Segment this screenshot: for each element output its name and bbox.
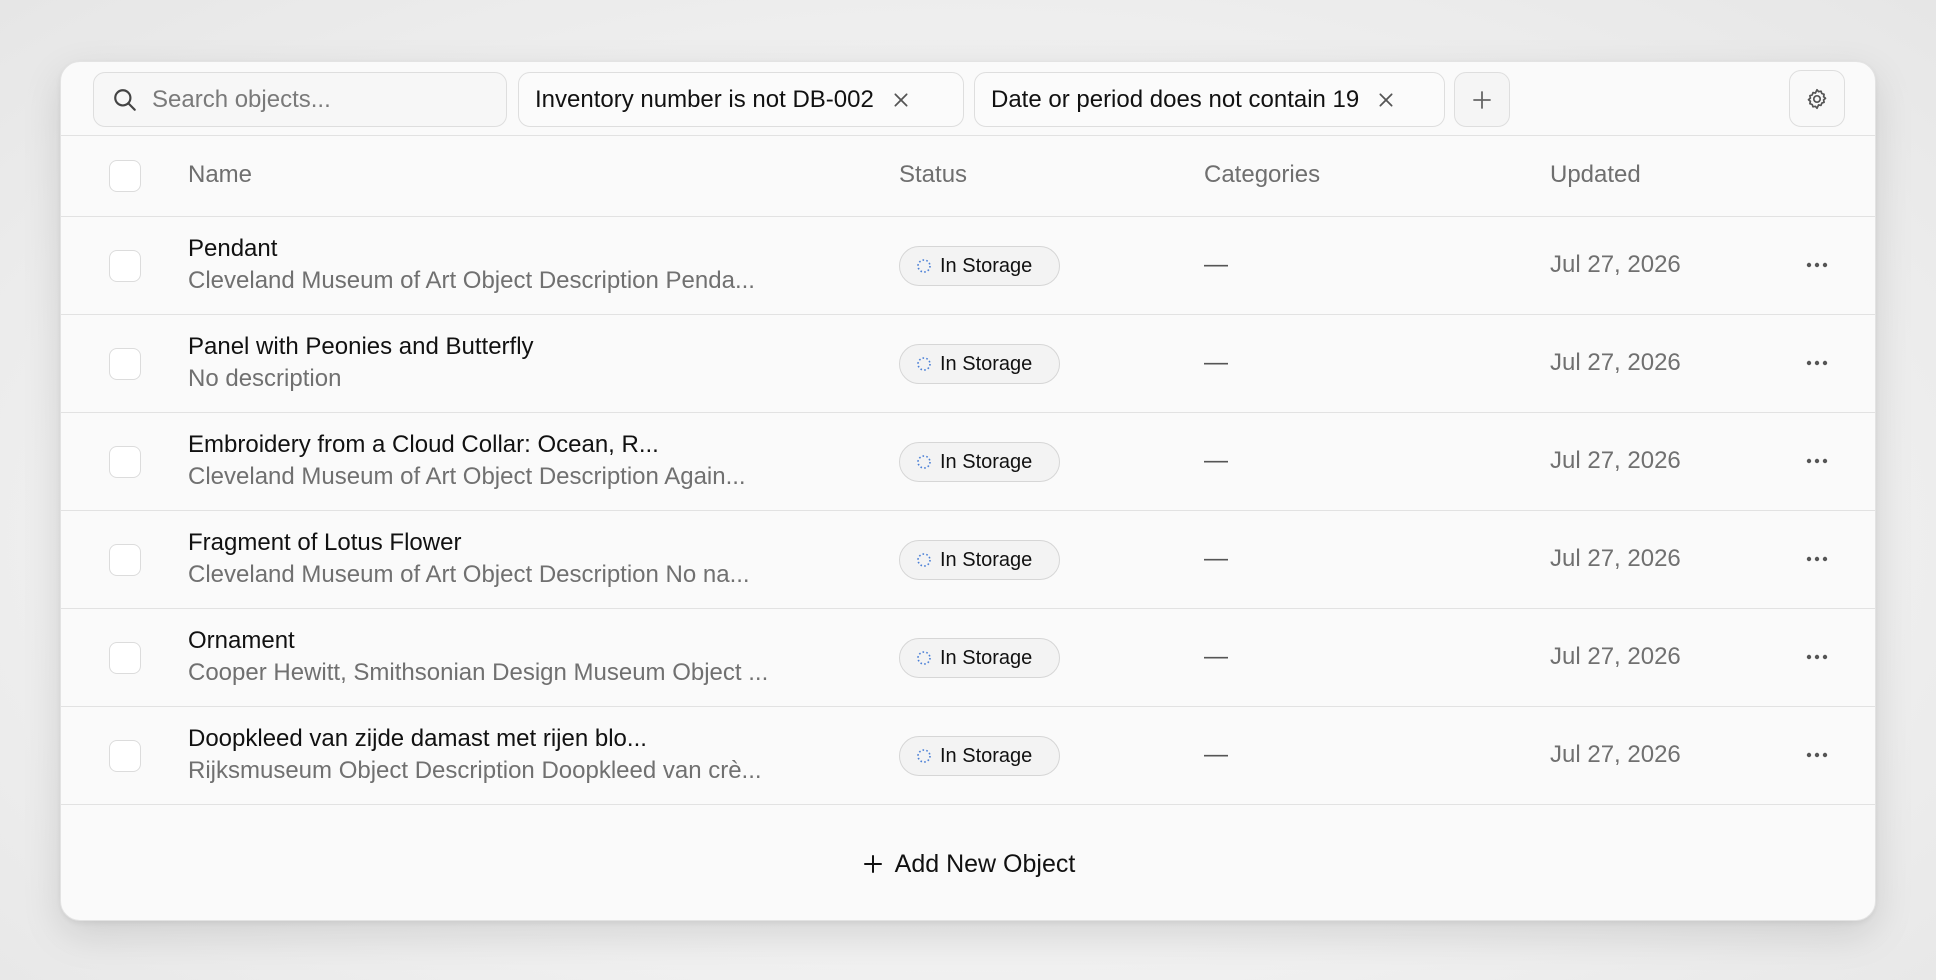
row-actions-button[interactable] bbox=[1801, 249, 1833, 281]
object-name[interactable]: Embroidery from a Cloud Collar: Ocean, R… bbox=[188, 431, 659, 459]
search-box[interactable] bbox=[93, 72, 507, 127]
categories-value: — bbox=[1204, 643, 1228, 670]
status-badge[interactable]: In Storage bbox=[899, 736, 1060, 776]
dotted-circle-icon bbox=[917, 749, 931, 763]
table-row[interactable]: Panel with Peonies and Butterfly No desc… bbox=[61, 315, 1875, 413]
status-label: In Storage bbox=[940, 352, 1033, 375]
table-row[interactable]: Doopkleed van zijde damast met rijen blo… bbox=[61, 707, 1875, 805]
filter-chip-label: Inventory number is not DB-002 bbox=[535, 85, 874, 113]
row-checkbox[interactable] bbox=[109, 544, 141, 576]
row-checkbox[interactable] bbox=[109, 642, 141, 674]
settings-button[interactable] bbox=[1789, 70, 1845, 127]
column-header-status[interactable]: Status bbox=[899, 161, 967, 189]
categories-value: — bbox=[1204, 251, 1228, 278]
status-badge[interactable]: In Storage bbox=[899, 540, 1060, 580]
updated-date: Jul 27, 2026 bbox=[1550, 447, 1681, 474]
table-row[interactable]: Pendant Cleveland Museum of Art Object D… bbox=[61, 217, 1875, 315]
more-horizontal-icon bbox=[1806, 654, 1828, 660]
table-row[interactable]: Ornament Cooper Hewitt, Smithsonian Desi… bbox=[61, 609, 1875, 707]
updated-date: Jul 27, 2026 bbox=[1550, 741, 1681, 768]
dotted-circle-icon bbox=[917, 259, 931, 273]
object-name[interactable]: Doopkleed van zijde damast met rijen blo… bbox=[188, 725, 647, 753]
object-name[interactable]: Ornament bbox=[188, 627, 295, 655]
status-badge[interactable]: In Storage bbox=[899, 638, 1060, 678]
table-row[interactable]: Fragment of Lotus Flower Cleveland Museu… bbox=[61, 511, 1875, 609]
table-footer: Add New Object bbox=[61, 806, 1875, 920]
row-actions-button[interactable] bbox=[1801, 641, 1833, 673]
dotted-circle-icon bbox=[917, 651, 931, 665]
dotted-circle-icon bbox=[917, 553, 931, 567]
status-label: In Storage bbox=[940, 646, 1033, 669]
row-actions-button[interactable] bbox=[1801, 445, 1833, 477]
close-icon[interactable] bbox=[1377, 91, 1395, 109]
column-header-updated[interactable]: Updated bbox=[1550, 161, 1641, 189]
updated-date: Jul 27, 2026 bbox=[1550, 349, 1681, 376]
row-actions-button[interactable] bbox=[1801, 543, 1833, 575]
add-new-object-label: Add New Object bbox=[894, 849, 1076, 878]
object-description: Cleveland Museum of Art Object Descripti… bbox=[188, 267, 755, 294]
add-new-object-button[interactable]: Add New Object bbox=[861, 849, 1076, 879]
updated-date: Jul 27, 2026 bbox=[1550, 545, 1681, 572]
column-header-name[interactable]: Name bbox=[188, 161, 252, 189]
object-description: Cooper Hewitt, Smithsonian Design Museum… bbox=[188, 659, 769, 686]
categories-value: — bbox=[1204, 447, 1228, 474]
row-checkbox[interactable] bbox=[109, 250, 141, 282]
object-name[interactable]: Fragment of Lotus Flower bbox=[188, 529, 461, 557]
more-horizontal-icon bbox=[1806, 262, 1828, 268]
status-label: In Storage bbox=[940, 254, 1033, 277]
add-filter-button[interactable] bbox=[1454, 72, 1510, 127]
more-horizontal-icon bbox=[1806, 752, 1828, 758]
status-badge[interactable]: In Storage bbox=[899, 344, 1060, 384]
categories-value: — bbox=[1204, 741, 1228, 768]
categories-value: — bbox=[1204, 545, 1228, 572]
filter-chip-label: Date or period does not contain 19 bbox=[991, 85, 1360, 113]
object-name[interactable]: Pendant bbox=[188, 235, 277, 263]
status-label: In Storage bbox=[940, 450, 1033, 473]
updated-date: Jul 27, 2026 bbox=[1550, 643, 1681, 670]
search-input[interactable] bbox=[152, 85, 492, 114]
row-checkbox[interactable] bbox=[109, 348, 141, 380]
row-actions-button[interactable] bbox=[1801, 739, 1833, 771]
table-toolbar: Inventory number is not DB-002 Date or p… bbox=[61, 62, 1875, 136]
filter-chip-inventory-number[interactable]: Inventory number is not DB-002 bbox=[518, 72, 964, 127]
table-header: Name Status Categories Updated bbox=[61, 136, 1875, 217]
select-all-checkbox[interactable] bbox=[109, 160, 141, 192]
close-icon[interactable] bbox=[892, 91, 910, 109]
object-name[interactable]: Panel with Peonies and Butterfly bbox=[188, 333, 534, 361]
row-checkbox[interactable] bbox=[109, 740, 141, 772]
row-checkbox[interactable] bbox=[109, 446, 141, 478]
more-horizontal-icon bbox=[1806, 360, 1828, 366]
object-description: Rijksmuseum Object Description Doopkleed… bbox=[188, 757, 762, 784]
status-label: In Storage bbox=[940, 548, 1033, 571]
objects-table-card: Inventory number is not DB-002 Date or p… bbox=[60, 61, 1876, 921]
categories-value: — bbox=[1204, 349, 1228, 376]
updated-date: Jul 27, 2026 bbox=[1550, 251, 1681, 278]
object-description: No description bbox=[188, 365, 342, 392]
dotted-circle-icon bbox=[917, 455, 931, 469]
more-horizontal-icon bbox=[1806, 458, 1828, 464]
object-description: Cleveland Museum of Art Object Descripti… bbox=[188, 561, 750, 588]
plus-icon bbox=[1473, 90, 1491, 109]
row-actions-button[interactable] bbox=[1801, 347, 1833, 379]
search-icon bbox=[114, 88, 136, 111]
filter-chip-date-or-period[interactable]: Date or period does not contain 19 bbox=[974, 72, 1445, 127]
table-row[interactable]: Embroidery from a Cloud Collar: Ocean, R… bbox=[61, 413, 1875, 511]
more-horizontal-icon bbox=[1806, 556, 1828, 562]
status-label: In Storage bbox=[940, 744, 1033, 767]
status-badge[interactable]: In Storage bbox=[899, 442, 1060, 482]
plus-icon bbox=[863, 855, 882, 873]
status-badge[interactable]: In Storage bbox=[899, 246, 1060, 286]
dotted-circle-icon bbox=[917, 357, 931, 371]
object-description: Cleveland Museum of Art Object Descripti… bbox=[188, 463, 746, 490]
gear-icon bbox=[1807, 88, 1827, 109]
column-header-categories[interactable]: Categories bbox=[1204, 161, 1320, 189]
